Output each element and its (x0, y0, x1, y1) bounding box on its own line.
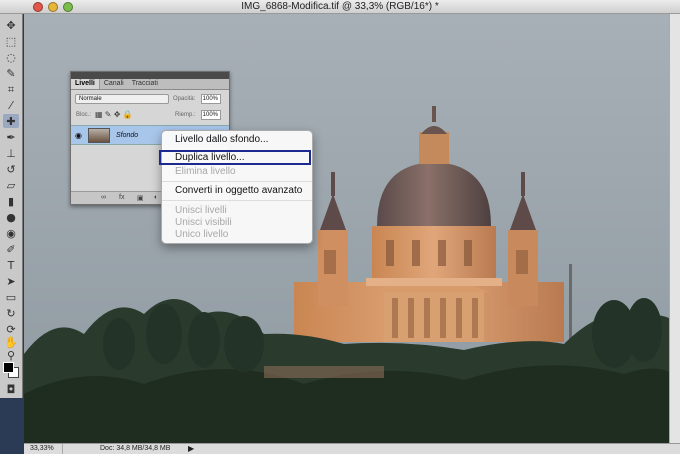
quick-mask-icon[interactable]: ◘ (3, 382, 19, 396)
move-icon[interactable]: ✥ (3, 18, 19, 32)
link-icon[interactable]: ∞ (101, 194, 106, 201)
hand-icon[interactable]: ✋ (3, 335, 19, 349)
menu-item-converti-oggetto-avanzato[interactable]: Converti in oggetto avanzato (175, 185, 302, 196)
status-divider (62, 444, 63, 454)
vertical-scrollbar[interactable] (669, 14, 680, 443)
history-brush-icon[interactable]: ↺ (3, 162, 19, 176)
pen-icon[interactable]: ✐ (3, 242, 19, 256)
menu-item-livello-dallo-sfondo[interactable]: Livello dallo sfondo... (175, 134, 268, 145)
menu-item-unisci-visibili[interactable]: Unisci visibili (175, 217, 232, 228)
3d-rotate-icon[interactable]: ↻ (3, 306, 19, 320)
panel-tabs: Livelli Canali Tracciati (71, 79, 229, 90)
dodge-icon[interactable]: ◉ (3, 226, 19, 240)
healing-brush-icon[interactable]: ✚ (3, 114, 19, 128)
status-menu-arrow-icon[interactable]: ▶ (188, 444, 194, 453)
menu-item-unisci-livelli[interactable]: Unisci livelli (175, 205, 227, 216)
shape-icon[interactable]: ▭ (3, 290, 19, 304)
gradient-icon[interactable]: ▮ (3, 194, 19, 208)
fill-field[interactable]: 100% (201, 110, 221, 120)
crop-icon[interactable]: ⌗ (3, 82, 19, 96)
menu-item-unico-livello[interactable]: Unico livello (175, 229, 228, 240)
foreground-color-swatch[interactable] (3, 362, 14, 373)
path-select-icon[interactable]: ➤ (3, 274, 19, 288)
toolbox: ✥ ⬚ ◌ ✎ ⌗ ⁄ ✚ ✒ ⊥ ↺ ▱ ▮ ● ◉ ✐ T ➤ ▭ ↻ ⟳ … (0, 14, 23, 398)
opacity-field[interactable]: 100% (201, 94, 221, 104)
status-bar: 33,33% Doc: 34,8 MB/34,8 MB ▶ (24, 443, 680, 454)
lasso-icon[interactable]: ◌ (3, 50, 19, 64)
panel-header[interactable] (71, 72, 229, 79)
blend-mode-select[interactable]: Normale (75, 94, 169, 104)
zoom-level[interactable]: 33,33% (30, 445, 54, 452)
clone-stamp-icon[interactable]: ⊥ (3, 146, 19, 160)
layer-name: Sfondo (116, 132, 139, 139)
type-icon[interactable]: T (3, 258, 19, 272)
document-info: Doc: 34,8 MB/34,8 MB (100, 445, 171, 452)
brush-icon[interactable]: ✒ (3, 130, 19, 144)
eye-icon[interactable]: ◉ (75, 131, 82, 140)
eyedropper-icon[interactable]: ⁄ (3, 98, 19, 112)
marquee-icon[interactable]: ⬚ (3, 34, 19, 48)
3d-orbit-icon[interactable]: ⟳ (3, 322, 19, 336)
title-bar: IMG_6868-Modifica.tif @ 33,3% (RGB/16*) … (0, 0, 680, 14)
menu-item-elimina-livello[interactable]: Elimina livello (175, 166, 236, 177)
tab-canali[interactable]: Canali (100, 79, 128, 89)
quick-select-icon[interactable]: ✎ (3, 66, 19, 80)
context-menu: Livello dallo sfondo... Duplica livello.… (159, 130, 313, 244)
eraser-icon[interactable]: ▱ (3, 178, 19, 192)
menu-item-duplica-livello[interactable]: Duplica livello... (159, 150, 311, 165)
zoom-icon[interactable]: ⚲ (3, 348, 19, 362)
tab-livelli[interactable]: Livelli (71, 79, 100, 89)
menu-separator (162, 200, 312, 201)
window-title: IMG_6868-Modifica.tif @ 33,3% (RGB/16*) … (241, 1, 439, 12)
blur-icon[interactable]: ● (3, 210, 19, 224)
menu-separator (162, 181, 312, 182)
mask-icon[interactable]: ▣ (137, 194, 144, 202)
adjustment-icon[interactable]: ◐ (154, 194, 158, 201)
fx-icon[interactable]: fx (119, 194, 124, 201)
tab-tracciati[interactable]: Tracciati (128, 79, 162, 89)
layer-thumbnail (88, 128, 110, 143)
